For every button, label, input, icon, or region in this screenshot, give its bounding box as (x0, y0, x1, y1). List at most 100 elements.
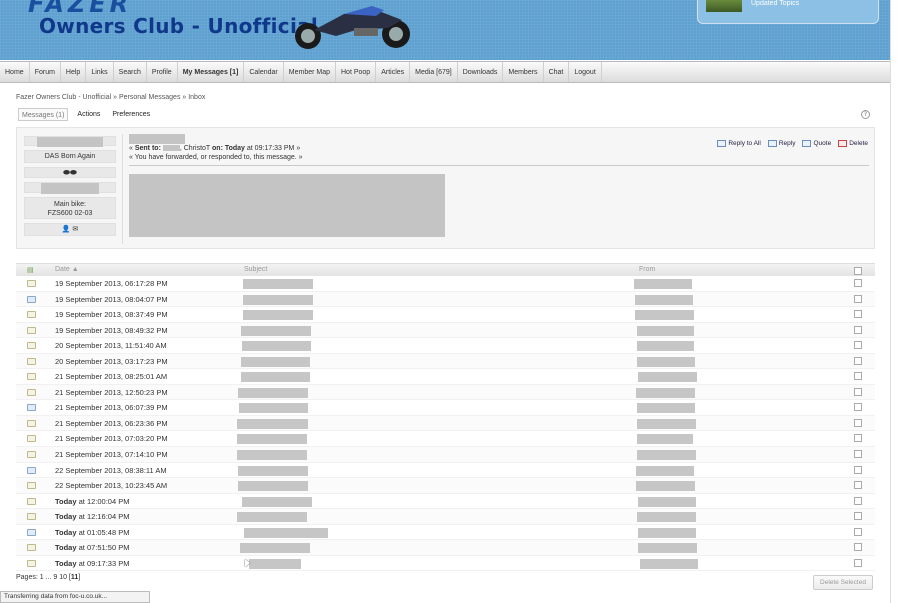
delete-selected-button[interactable]: Delete Selected (813, 575, 873, 590)
table-row[interactable]: 20 September 2013, 11:51:40 AM (16, 338, 875, 354)
subject-redacted[interactable] (240, 543, 310, 554)
table-row[interactable]: 21 September 2013, 07:03:20 PM (16, 431, 875, 448)
subject-redacted[interactable] (241, 356, 310, 367)
quote-button[interactable]: Quote (802, 140, 831, 147)
sender-name-redacted[interactable] (24, 136, 116, 147)
subject-redacted[interactable] (238, 387, 308, 398)
date-column-header[interactable]: Date ▲ (55, 266, 79, 273)
reply-all-button[interactable]: Reply to All (717, 140, 761, 147)
sent-to-names[interactable]: , ChristoT (180, 145, 212, 152)
breadcrumb[interactable]: Fazer Owners Club - Unofficial » Persona… (16, 94, 205, 101)
subject-redacted[interactable] (239, 403, 308, 414)
row-checkbox[interactable] (854, 387, 862, 396)
subject-redacted[interactable] (237, 418, 308, 429)
row-checkbox[interactable] (854, 558, 862, 567)
table-row[interactable]: 19 September 2013, 06:17:28 PM (16, 276, 875, 292)
row-checkbox[interactable] (854, 543, 862, 552)
subject-redacted[interactable] (242, 341, 311, 352)
subject-redacted[interactable] (241, 325, 311, 336)
row-checkbox[interactable] (854, 465, 862, 474)
subject-redacted[interactable] (238, 465, 308, 476)
table-row[interactable]: 19 September 2013, 08:04:07 PM (16, 291, 875, 308)
from-column-header[interactable]: From (639, 266, 655, 273)
sender-redacted[interactable] (634, 279, 692, 289)
nav-item[interactable]: Chat (544, 62, 570, 82)
sender-redacted[interactable] (638, 372, 697, 383)
table-row[interactable]: Today at 12:00:04 PM (16, 494, 875, 510)
table-row[interactable]: Today at 01:05:48 PM (16, 525, 875, 541)
window-scrollbar[interactable] (890, 0, 900, 603)
sender-redacted[interactable] (638, 496, 696, 507)
table-row[interactable]: 21 September 2013, 07:14:10 PM (16, 447, 875, 463)
nav-item[interactable]: Profile (147, 62, 178, 82)
table-row[interactable]: 22 September 2013, 08:38:11 AM (16, 463, 875, 479)
row-checkbox[interactable] (854, 294, 862, 303)
row-checkbox[interactable] (854, 341, 862, 350)
table-row[interactable]: 21 September 2013, 06:07:39 PM (16, 400, 875, 416)
table-row[interactable]: 19 September 2013, 08:37:49 PM (16, 307, 875, 323)
nav-item[interactable]: My Messages [1] (178, 62, 245, 82)
sender-redacted[interactable] (637, 325, 694, 336)
table-row[interactable]: 20 September 2013, 03:17:23 PM (16, 353, 875, 370)
subject-redacted[interactable] (243, 294, 313, 305)
sender-redacted[interactable] (637, 356, 695, 367)
tab-preferences[interactable]: Preferences (109, 108, 153, 121)
nav-item[interactable]: Calendar (244, 62, 284, 82)
updated-topics-box[interactable]: Updated Topics (697, 0, 879, 24)
site-title[interactable]: Owners Club - Unofficial (39, 14, 318, 38)
table-row[interactable]: 21 September 2013, 08:25:01 AM (16, 369, 875, 385)
subject-redacted[interactable] (238, 481, 308, 492)
subject-column-header[interactable]: Subject (244, 266, 267, 273)
tab-messages[interactable]: Messages (1) (18, 108, 69, 121)
sender-redacted[interactable] (640, 558, 698, 569)
pagination-prefix[interactable]: Pages: 1 ... 9 10 [ (16, 574, 71, 581)
nav-item[interactable]: Home (0, 62, 30, 82)
sender-redacted[interactable] (636, 387, 695, 398)
sender-redacted[interactable] (635, 294, 693, 305)
sender-redacted[interactable] (638, 543, 697, 554)
subject-redacted[interactable] (237, 434, 307, 445)
tab-actions[interactable]: Actions (74, 108, 103, 121)
sender-redacted[interactable] (637, 450, 696, 461)
sender-redacted[interactable] (638, 527, 696, 538)
subject-redacted[interactable] (242, 496, 312, 507)
subject-redacted[interactable] (244, 527, 328, 538)
sender-redacted[interactable] (636, 465, 694, 476)
row-checkbox[interactable] (854, 356, 862, 365)
nav-item[interactable]: Members (503, 62, 544, 82)
sender-redacted[interactable] (635, 310, 694, 321)
send-pm-icon[interactable]: ✉ (72, 226, 78, 233)
nav-item[interactable]: Articles (376, 62, 411, 82)
subject-redacted[interactable] (243, 310, 313, 321)
nav-item[interactable]: Help (61, 62, 87, 82)
subject-redacted[interactable] (249, 558, 301, 569)
sender-redacted[interactable] (637, 434, 693, 445)
row-checkbox[interactable] (854, 450, 862, 459)
subject-redacted[interactable] (237, 512, 307, 523)
table-row[interactable]: 22 September 2013, 10:23:45 AM (16, 478, 875, 494)
help-icon[interactable]: ? (861, 110, 870, 119)
sender-redacted[interactable] (637, 512, 696, 523)
nav-item[interactable]: Search (114, 62, 147, 82)
table-row[interactable]: Today at 12:16:04 PM (16, 509, 875, 525)
updated-topics-label[interactable]: Updated Topics (751, 0, 799, 7)
nav-item[interactable]: Logout (569, 62, 602, 82)
table-row[interactable]: 21 September 2013, 12:50:23 PM (16, 384, 875, 401)
subject-redacted[interactable] (241, 372, 310, 383)
subject-redacted[interactable] (237, 450, 307, 461)
row-checkbox[interactable] (854, 325, 862, 334)
row-checkbox[interactable] (854, 527, 862, 536)
row-checkbox[interactable] (854, 434, 862, 443)
profile-icon[interactable]: 👤 (62, 226, 71, 233)
nav-item[interactable]: Hot Poop (336, 62, 377, 82)
row-checkbox[interactable] (854, 310, 862, 319)
row-checkbox[interactable] (854, 512, 862, 521)
table-row[interactable]: Today at 09:17:33 PM (16, 556, 875, 572)
nav-item[interactable]: Downloads (458, 62, 504, 82)
row-checkbox[interactable] (854, 372, 862, 381)
select-all-checkbox[interactable] (854, 267, 862, 275)
table-row[interactable]: 19 September 2013, 08:49:32 PM (16, 322, 875, 339)
pagination[interactable]: Pages: 1 ... 9 10 [11] (16, 574, 80, 581)
sender-redacted[interactable] (637, 341, 694, 352)
row-checkbox[interactable] (854, 418, 862, 427)
